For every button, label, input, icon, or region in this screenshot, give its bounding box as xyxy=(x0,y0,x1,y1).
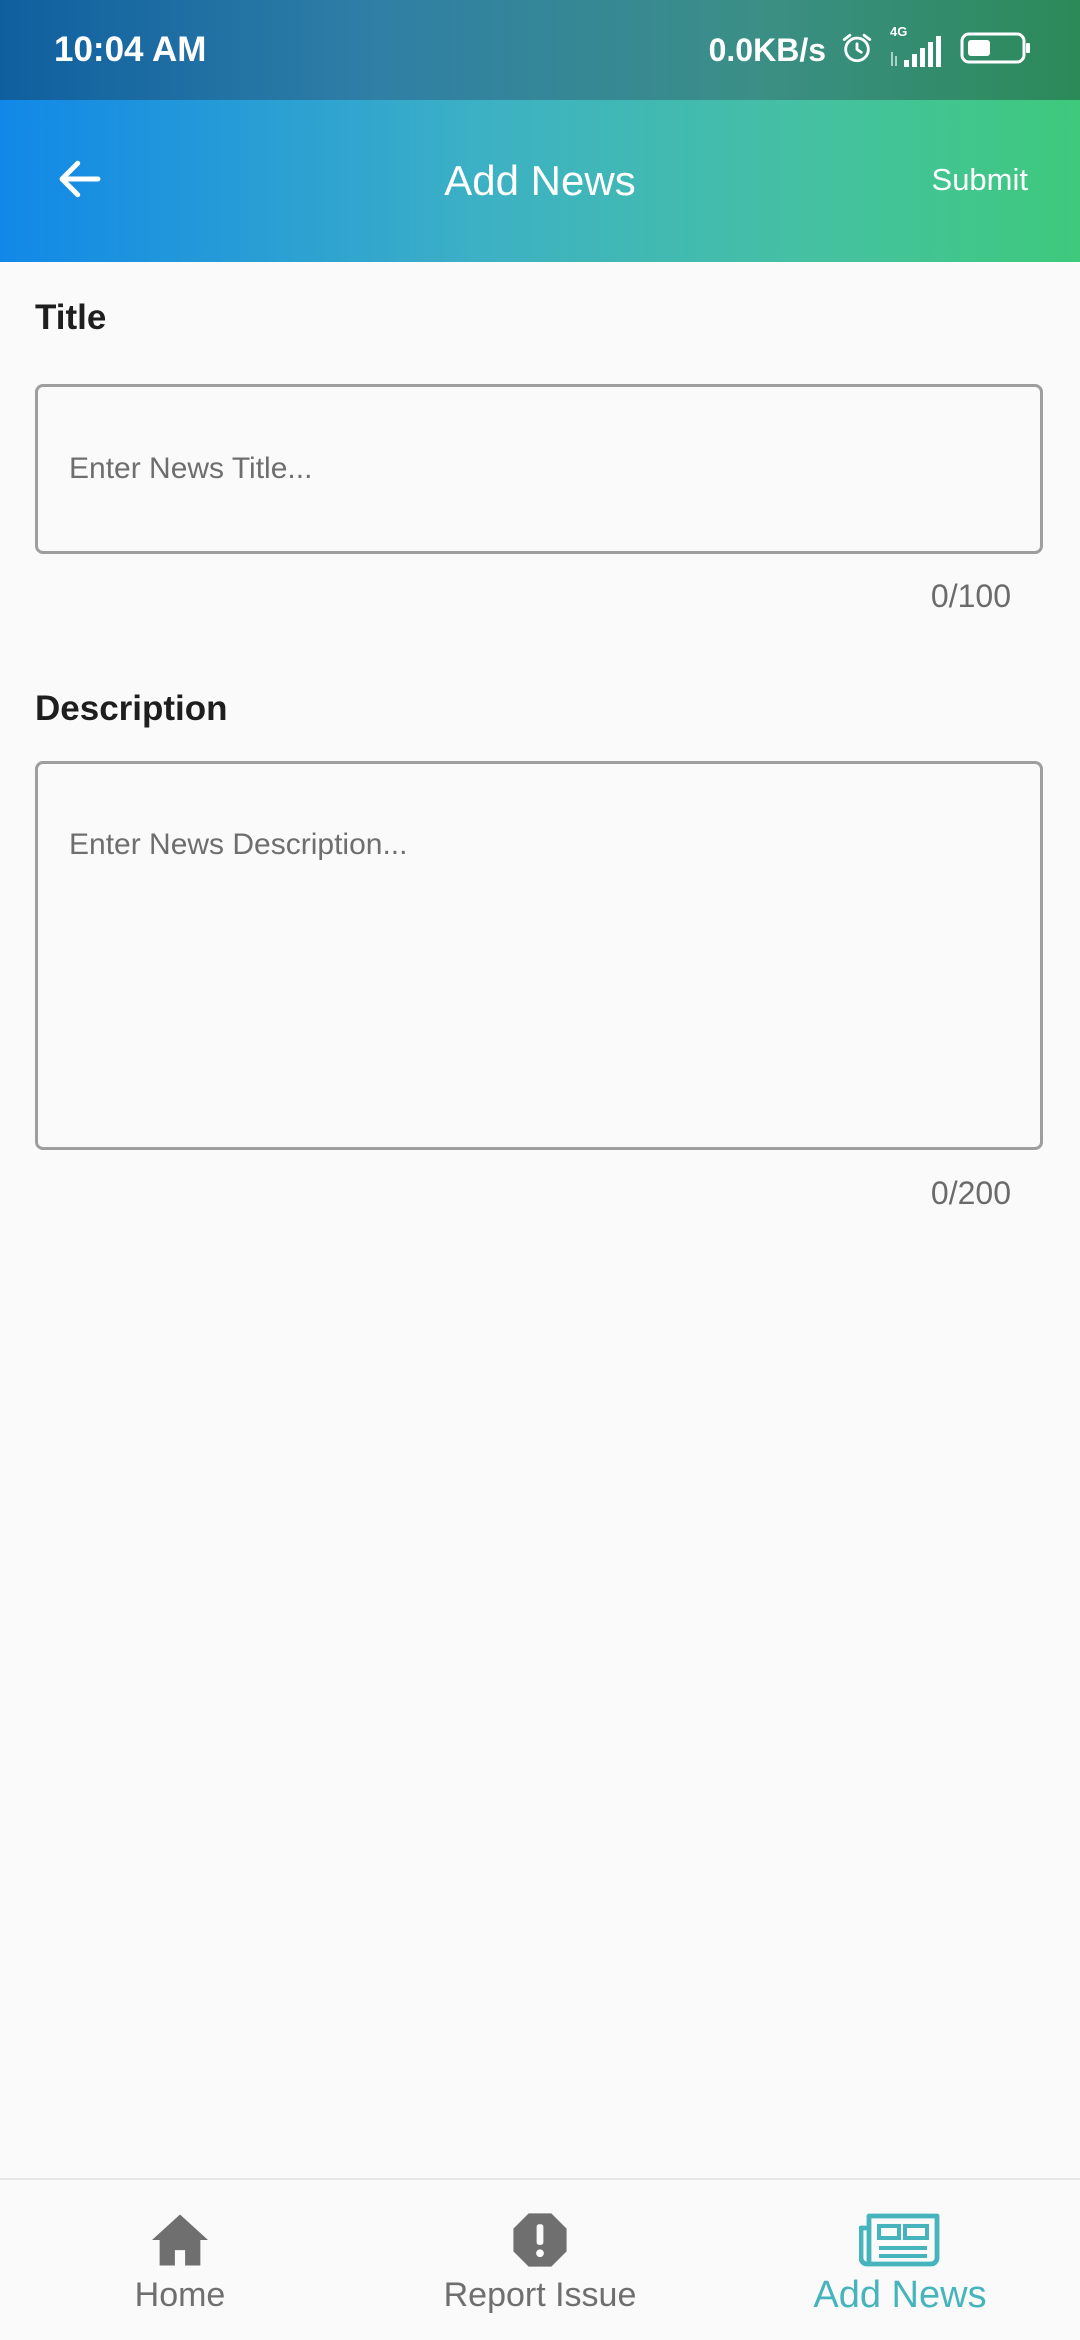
nav-item-add-news[interactable]: Add News xyxy=(720,2180,1080,2340)
home-icon xyxy=(0,2210,360,2270)
submit-button[interactable]: Submit xyxy=(932,160,1028,200)
network-speed: 0.0KB/s xyxy=(708,31,826,68)
bottom-navigation: Home Report Issue Add News xyxy=(0,2178,1080,2340)
nav-label-add-news: Add News xyxy=(813,2274,987,2316)
app-bar: Add News Submit xyxy=(0,100,1080,262)
nav-item-report-issue[interactable]: Report Issue xyxy=(360,2180,720,2340)
nav-item-home[interactable]: Home xyxy=(0,2180,360,2340)
alarm-icon xyxy=(840,31,874,70)
description-char-counter: 0/200 xyxy=(930,1175,1011,1211)
nav-label-report-issue: Report Issue xyxy=(443,2276,637,2314)
status-time: 10:04 AM xyxy=(54,30,207,69)
title-char-counter: 0/100 xyxy=(930,578,1011,614)
signal-icon: 4G xyxy=(888,24,946,70)
alert-octagon-icon xyxy=(360,2210,720,2270)
description-input[interactable] xyxy=(69,828,1016,1128)
page-title: Add News xyxy=(444,157,636,204)
title-field-box[interactable] xyxy=(35,384,1043,554)
back-button[interactable] xyxy=(40,141,120,221)
description-label: Description xyxy=(35,689,228,728)
title-label: Title xyxy=(35,298,107,337)
description-field-box[interactable] xyxy=(35,761,1043,1150)
title-input[interactable] xyxy=(69,449,1016,489)
nav-label-home: Home xyxy=(134,2276,226,2314)
arrow-left-icon xyxy=(53,152,107,211)
battery-icon xyxy=(960,31,1032,70)
status-icons: 0.0KB/s 4G xyxy=(708,24,1032,72)
newspaper-icon xyxy=(720,2210,1080,2270)
status-bar: 10:04 AM 0.0KB/s 4G xyxy=(0,0,1080,100)
